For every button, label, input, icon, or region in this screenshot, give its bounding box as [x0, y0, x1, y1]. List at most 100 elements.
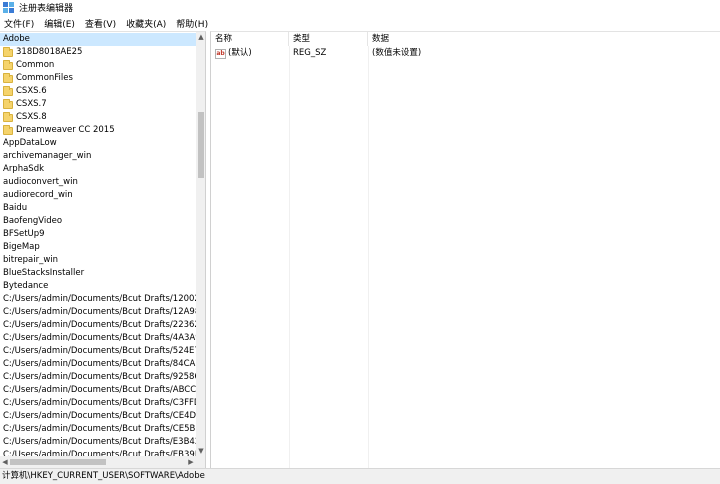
tree-item[interactable]: C:/Users/admin/Documents/Bcut Drafts/4A3…	[0, 332, 196, 345]
tree-item-label: ArphaSdk	[3, 164, 45, 174]
tree-item[interactable]: BaofengVideo	[0, 215, 196, 228]
tree-item[interactable]: BFSetUp9	[0, 228, 196, 241]
tree-item[interactable]: C:/Users/admin/Documents/Bcut Drafts/CE5…	[0, 423, 196, 436]
tree-item[interactable]: bitrepair_win	[0, 254, 196, 267]
title-bar: 注册表编辑器	[0, 0, 720, 15]
scroll-up-arrow-icon[interactable]: ▲	[196, 32, 205, 42]
column-header-type[interactable]: 类型	[289, 32, 368, 46]
tree-item-label: Baidu	[3, 203, 28, 213]
column-divider	[289, 46, 290, 469]
status-path: 计算机\HKEY_CURRENT_USER\SOFTWARE\Adobe	[2, 471, 205, 481]
value-data: (数值未设置)	[372, 48, 422, 58]
column-divider	[368, 46, 369, 469]
tree-item-label: C:/Users/admin/Documents/Bcut Drafts/E3B…	[3, 437, 196, 447]
tree-item-label: BaofengVideo	[3, 216, 63, 226]
tree-item[interactable]: BlueStacksInstaller	[0, 267, 196, 280]
tree-item-label: C:/Users/admin/Documents/Bcut Drafts/120…	[3, 294, 196, 304]
tree-list: Adobe 318D8018AE25 Common CommonFiles CSXS.6…	[0, 33, 196, 462]
scroll-left-arrow-icon[interactable]: ◀	[0, 456, 10, 468]
tree-item[interactable]: C:/Users/admin/Documents/Bcut Drafts/84C…	[0, 358, 196, 371]
tree-item-label: audiorecord_win	[3, 190, 73, 200]
tree-item[interactable]: C:/Users/admin/Documents/Bcut Drafts/C3F…	[0, 397, 196, 410]
tree-item-label: CSXS.8	[16, 112, 47, 122]
tree-item[interactable]: CSXS.6	[0, 85, 196, 98]
menu-bar: 文件(F) 编辑(E) 查看(V) 收藏夹(A) 帮助(H)	[0, 15, 720, 31]
tree-item[interactable]: 318D8018AE25	[0, 46, 196, 59]
status-bar: 计算机\HKEY_CURRENT_USER\SOFTWARE\Adobe	[0, 468, 720, 484]
tree-item[interactable]: audiorecord_win	[0, 189, 196, 202]
horizontal-scroll-thumb[interactable]	[10, 459, 106, 465]
tree-item[interactable]: C:/Users/admin/Documents/Bcut Drafts/925…	[0, 371, 196, 384]
tree-item[interactable]: CSXS.7	[0, 98, 196, 111]
column-header-data[interactable]: 数据	[368, 32, 720, 46]
value-type: REG_SZ	[293, 48, 327, 58]
tree-item-label: BFSetUp9	[3, 229, 45, 239]
tree-item-label: C:/Users/admin/Documents/Bcut Drafts/12A…	[3, 307, 196, 317]
tree-item-label: CSXS.7	[16, 99, 47, 109]
tree-item-label: 318D8018AE25	[16, 47, 83, 57]
tree-item[interactable]: CommonFiles	[0, 72, 196, 85]
tree-item-label: C:/Users/admin/Documents/Bcut Drafts/4A3…	[3, 333, 196, 343]
values-list[interactable]: 名称 类型 数据 ab (默认) REG_SZ (数值未设置)	[210, 31, 720, 469]
tree-item[interactable]: AppDataLow	[0, 137, 196, 150]
tree-item-label: BlueStacksInstaller	[3, 268, 85, 278]
tree-item[interactable]: C:/Users/admin/Documents/Bcut Drafts/E3B…	[0, 436, 196, 449]
menu-edit[interactable]: 编辑(E)	[44, 17, 75, 30]
folder-icon	[3, 111, 13, 122]
tree-item-label: C:/Users/admin/Documents/Bcut Drafts/925…	[3, 372, 196, 382]
menu-favorites[interactable]: 收藏夹(A)	[126, 17, 166, 30]
tree-item[interactable]: audioconvert_win	[0, 176, 196, 189]
string-value-icon: ab	[215, 48, 226, 59]
tree-item[interactable]: CSXS.8	[0, 111, 196, 124]
column-headers: 名称 类型 数据	[211, 32, 720, 46]
value-name: (默认)	[228, 48, 252, 58]
tree-vertical-scrollbar[interactable]: ▲ ▼	[196, 32, 205, 456]
tree-item-label: C:/Users/admin/Documents/Bcut Drafts/CE4…	[3, 411, 196, 421]
menu-view[interactable]: 查看(V)	[85, 17, 116, 30]
tree-item-label: CSXS.6	[16, 86, 47, 96]
folder-icon	[3, 124, 13, 135]
registry-editor-icon	[3, 2, 14, 13]
tree-item[interactable]: ArphaSdk	[0, 163, 196, 176]
folder-icon	[3, 46, 13, 57]
tree-item-label: Bytedance	[3, 281, 49, 291]
tree-item[interactable]: C:/Users/admin/Documents/Bcut Drafts/223…	[0, 319, 196, 332]
scrollbar-corner	[196, 456, 205, 468]
tree-item[interactable]: C:/Users/admin/Documents/Bcut Drafts/12A…	[0, 306, 196, 319]
scroll-down-arrow-icon[interactable]: ▼	[196, 446, 205, 456]
tree-item[interactable]: C:/Users/admin/Documents/Bcut Drafts/ABC…	[0, 384, 196, 397]
tree-item[interactable]: Dreamweaver CC 2015	[0, 124, 196, 137]
folder-icon	[3, 98, 13, 109]
folder-icon	[3, 85, 13, 96]
value-name-cell: ab (默认)	[211, 47, 289, 60]
tree-item-label: AppDataLow	[3, 138, 57, 148]
tree-item-label: C:/Users/admin/Documents/Bcut Drafts/524…	[3, 346, 196, 356]
folder-icon	[3, 72, 13, 83]
tree-item-label: C:/Users/admin/Documents/Bcut Drafts/ABC…	[3, 385, 196, 395]
tree-item-label: archivemanager_win	[3, 151, 92, 161]
tree-item[interactable]: Bytedance	[0, 280, 196, 293]
tree-item-label: C:/Users/admin/Documents/Bcut Drafts/C3F…	[3, 398, 196, 408]
tree-item[interactable]: C:/Users/admin/Documents/Bcut Drafts/CE4…	[0, 410, 196, 423]
tree-item-label: CommonFiles	[16, 73, 73, 83]
column-header-name[interactable]: 名称	[211, 32, 289, 46]
menu-help[interactable]: 帮助(H)	[176, 17, 208, 30]
window-title: 注册表编辑器	[19, 4, 74, 14]
registry-tree[interactable]: Adobe 318D8018AE25 Common CommonFiles CSXS.6…	[0, 31, 206, 468]
value-row[interactable]: ab (默认) REG_SZ (数值未设置)	[211, 47, 720, 60]
tree-horizontal-scrollbar[interactable]: ◀ ▶	[0, 456, 196, 468]
tree-item-label: Common	[16, 60, 55, 70]
tree-item[interactable]: Common	[0, 59, 196, 72]
vertical-scroll-thumb[interactable]	[198, 112, 204, 178]
tree-item-selected[interactable]: Adobe	[0, 33, 196, 46]
tree-item[interactable]: C:/Users/admin/Documents/Bcut Drafts/120…	[0, 293, 196, 306]
tree-item[interactable]: C:/Users/admin/Documents/Bcut Drafts/524…	[0, 345, 196, 358]
tree-item[interactable]: archivemanager_win	[0, 150, 196, 163]
menu-file[interactable]: 文件(F)	[4, 17, 34, 30]
tree-item[interactable]: Baidu	[0, 202, 196, 215]
tree-item-label: Adobe	[3, 34, 30, 44]
tree-item[interactable]: BigeMap	[0, 241, 196, 254]
folder-icon	[3, 59, 13, 70]
scroll-right-arrow-icon[interactable]: ▶	[186, 456, 196, 468]
tree-item-label: bitrepair_win	[3, 255, 59, 265]
